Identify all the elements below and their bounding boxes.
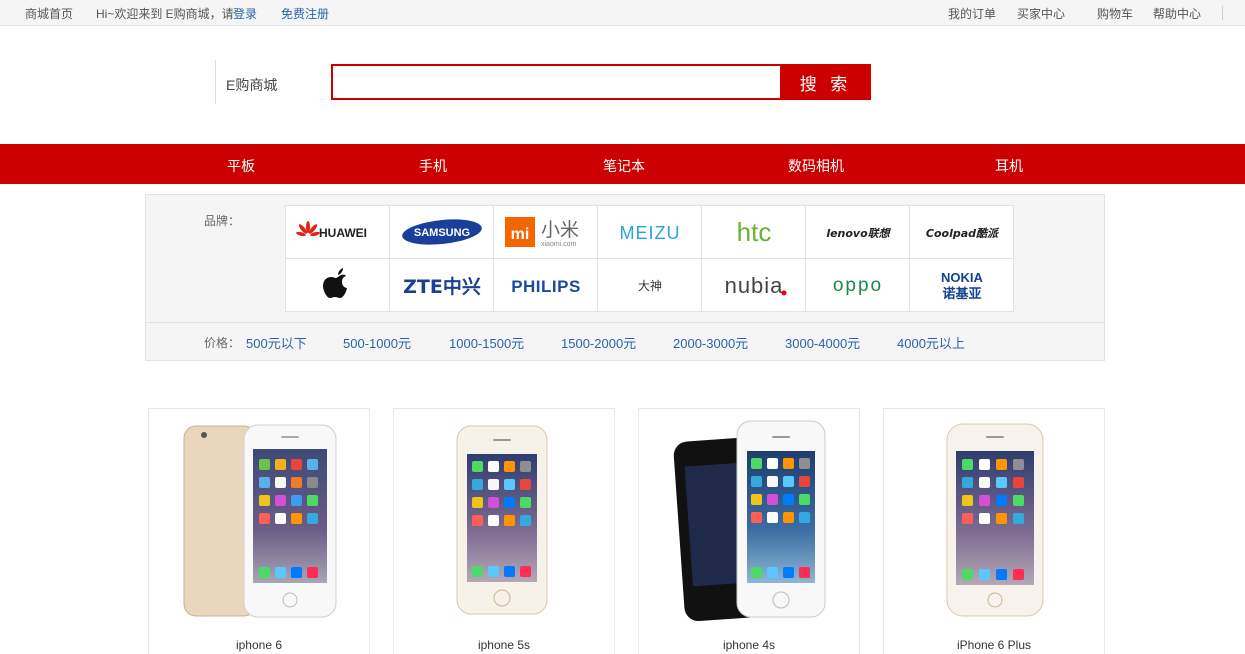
brand-lenovo[interactable]: lenovo联想 [806, 206, 910, 259]
philips-logo-icon: PHILIPS [511, 277, 581, 296]
nav-item-tablet[interactable]: 平板 [227, 156, 255, 176]
buyer-center-link[interactable]: 买家中心 [1017, 5, 1065, 22]
brand-htc[interactable]: htc [702, 206, 806, 259]
brand-grid: HUAWEI SAMSUNG mi 小米 xiaomi.com MEIZU ht… [285, 205, 1014, 312]
oppo-text: oppo [832, 275, 882, 296]
nav-item-laptop[interactable]: 笔记本 [603, 156, 645, 176]
huawei-logo-icon: HUAWEI [295, 221, 367, 240]
zte-logo-icon: ZTE中兴 [403, 275, 481, 298]
help-center-link[interactable]: 帮助中心 [1153, 5, 1201, 22]
brand-oppo[interactable]: oppo [806, 259, 910, 312]
price-1000-1500[interactable]: 1000-1500元 [449, 333, 524, 352]
price-2000-3000[interactable]: 2000-3000元 [673, 333, 748, 352]
nav-item-headphones[interactable]: 耳机 [995, 156, 1023, 176]
product-card[interactable]: iPhone 6 Plus [883, 408, 1105, 654]
oppo-logo-icon: oppo [832, 275, 882, 296]
product-name[interactable]: iphone 6 [149, 638, 369, 652]
coolpad-logo-icon: Coolpad酷派 [925, 227, 999, 240]
brand-label: 品牌： [204, 214, 241, 228]
price-3000-4000[interactable]: 3000-4000元 [785, 333, 860, 352]
brand-apple[interactable] [286, 259, 390, 312]
brand-samsung[interactable]: SAMSUNG [390, 206, 494, 259]
xiaomi-text: 小米 [541, 219, 579, 241]
filter-panel: 品牌： HUAWEI SAMSUNG mi 小米 xiaomi.com MEIZ… [145, 194, 1105, 361]
search-input[interactable] [331, 64, 783, 100]
dashen-logo-icon: 大神 [637, 279, 661, 293]
filter-divider [146, 322, 1104, 323]
htc-logo-icon: htc [736, 217, 771, 247]
product-name[interactable]: iphone 5s [394, 638, 614, 652]
price-label: 价格： [204, 336, 241, 350]
brand-coolpad[interactable]: Coolpad酷派 [910, 206, 1014, 259]
nubia-text: nubia [724, 273, 783, 298]
nokia-text: NOKIA [941, 270, 984, 285]
category-nav: 平板 手机 笔记本 数码相机 耳机 [0, 144, 1245, 184]
nav-item-camera[interactable]: 数码相机 [788, 156, 844, 176]
huawei-text: HUAWEI [319, 226, 367, 240]
login-link[interactable]: 登录 [233, 5, 257, 22]
search-button[interactable]: 搜 索 [780, 64, 871, 100]
price-over-4000[interactable]: 4000元以上 [897, 333, 965, 352]
apple-logo-icon [322, 268, 347, 298]
nubia-logo-icon: nubia [724, 273, 786, 298]
xiaomi-mark: mi [510, 226, 529, 243]
price-1500-2000[interactable]: 1500-2000元 [561, 333, 636, 352]
nav-item-phone[interactable]: 手机 [419, 156, 447, 176]
product-card[interactable]: iphone 4s [638, 408, 860, 654]
brand-xiaomi[interactable]: mi 小米 xiaomi.com [494, 206, 598, 259]
iphone-5s-image [456, 425, 548, 615]
product-name[interactable]: iphone 4s [639, 638, 859, 652]
xiaomi-logo-icon: mi 小米 xiaomi.com [504, 217, 579, 248]
top-bar: 商城首页 Hi~欢迎来到 E购商城，请 登录 免费注册 我的订单 买家中心 购物… [0, 0, 1245, 26]
home-link[interactable]: 商城首页 [25, 5, 73, 22]
brand-meizu[interactable]: MEIZU [598, 206, 702, 259]
htc-text: htc [736, 217, 771, 247]
zte-text: ZTE中兴 [403, 275, 481, 298]
meizu-text: MEIZU [619, 223, 680, 243]
lenovo-logo-icon: lenovo联想 [826, 227, 891, 240]
topbar-divider [1222, 6, 1223, 20]
brand-nubia[interactable]: nubia [702, 259, 806, 312]
cart-link[interactable]: 购物车 [1097, 5, 1133, 22]
brand-dashen[interactable]: 大神 [598, 259, 702, 312]
xiaomi-sub: xiaomi.com [541, 241, 577, 248]
brand-zte[interactable]: ZTE中兴 [390, 259, 494, 312]
product-card[interactable]: iphone 6 [148, 408, 370, 654]
welcome-text: Hi~欢迎来到 E购商城，请 [96, 7, 234, 21]
iphone-6-gold-image [183, 424, 337, 618]
nokia-logo-icon: NOKIA 诺基亚 [941, 270, 984, 302]
samsung-text: SAMSUNG [413, 227, 469, 239]
my-orders-link[interactable]: 我的订单 [948, 5, 996, 22]
register-link[interactable]: 免费注册 [281, 5, 329, 22]
brand-huawei[interactable]: HUAWEI [286, 206, 390, 259]
site-logo[interactable]: E购商城 [226, 75, 277, 95]
dashen-text: 大神 [637, 279, 661, 293]
meizu-logo-icon: MEIZU [619, 223, 680, 243]
philips-text: PHILIPS [511, 277, 581, 296]
samsung-logo-icon: SAMSUNG [401, 219, 482, 245]
iphone-4s-image [673, 420, 826, 622]
price-500-1000[interactable]: 500-1000元 [343, 333, 411, 352]
logo-divider [215, 60, 216, 104]
brand-nokia[interactable]: NOKIA 诺基亚 [910, 259, 1014, 312]
product-name[interactable]: iPhone 6 Plus [884, 638, 1104, 652]
product-card[interactable]: iphone 5s [393, 408, 615, 654]
iphone-6-plus-image [946, 423, 1044, 617]
nokia-sub: 诺基亚 [942, 286, 981, 302]
price-under-500[interactable]: 500元以下 [246, 333, 307, 352]
brand-philips[interactable]: PHILIPS [494, 259, 598, 312]
coolpad-text: Coolpad酷派 [925, 227, 999, 240]
lenovo-text: lenovo联想 [826, 227, 891, 240]
